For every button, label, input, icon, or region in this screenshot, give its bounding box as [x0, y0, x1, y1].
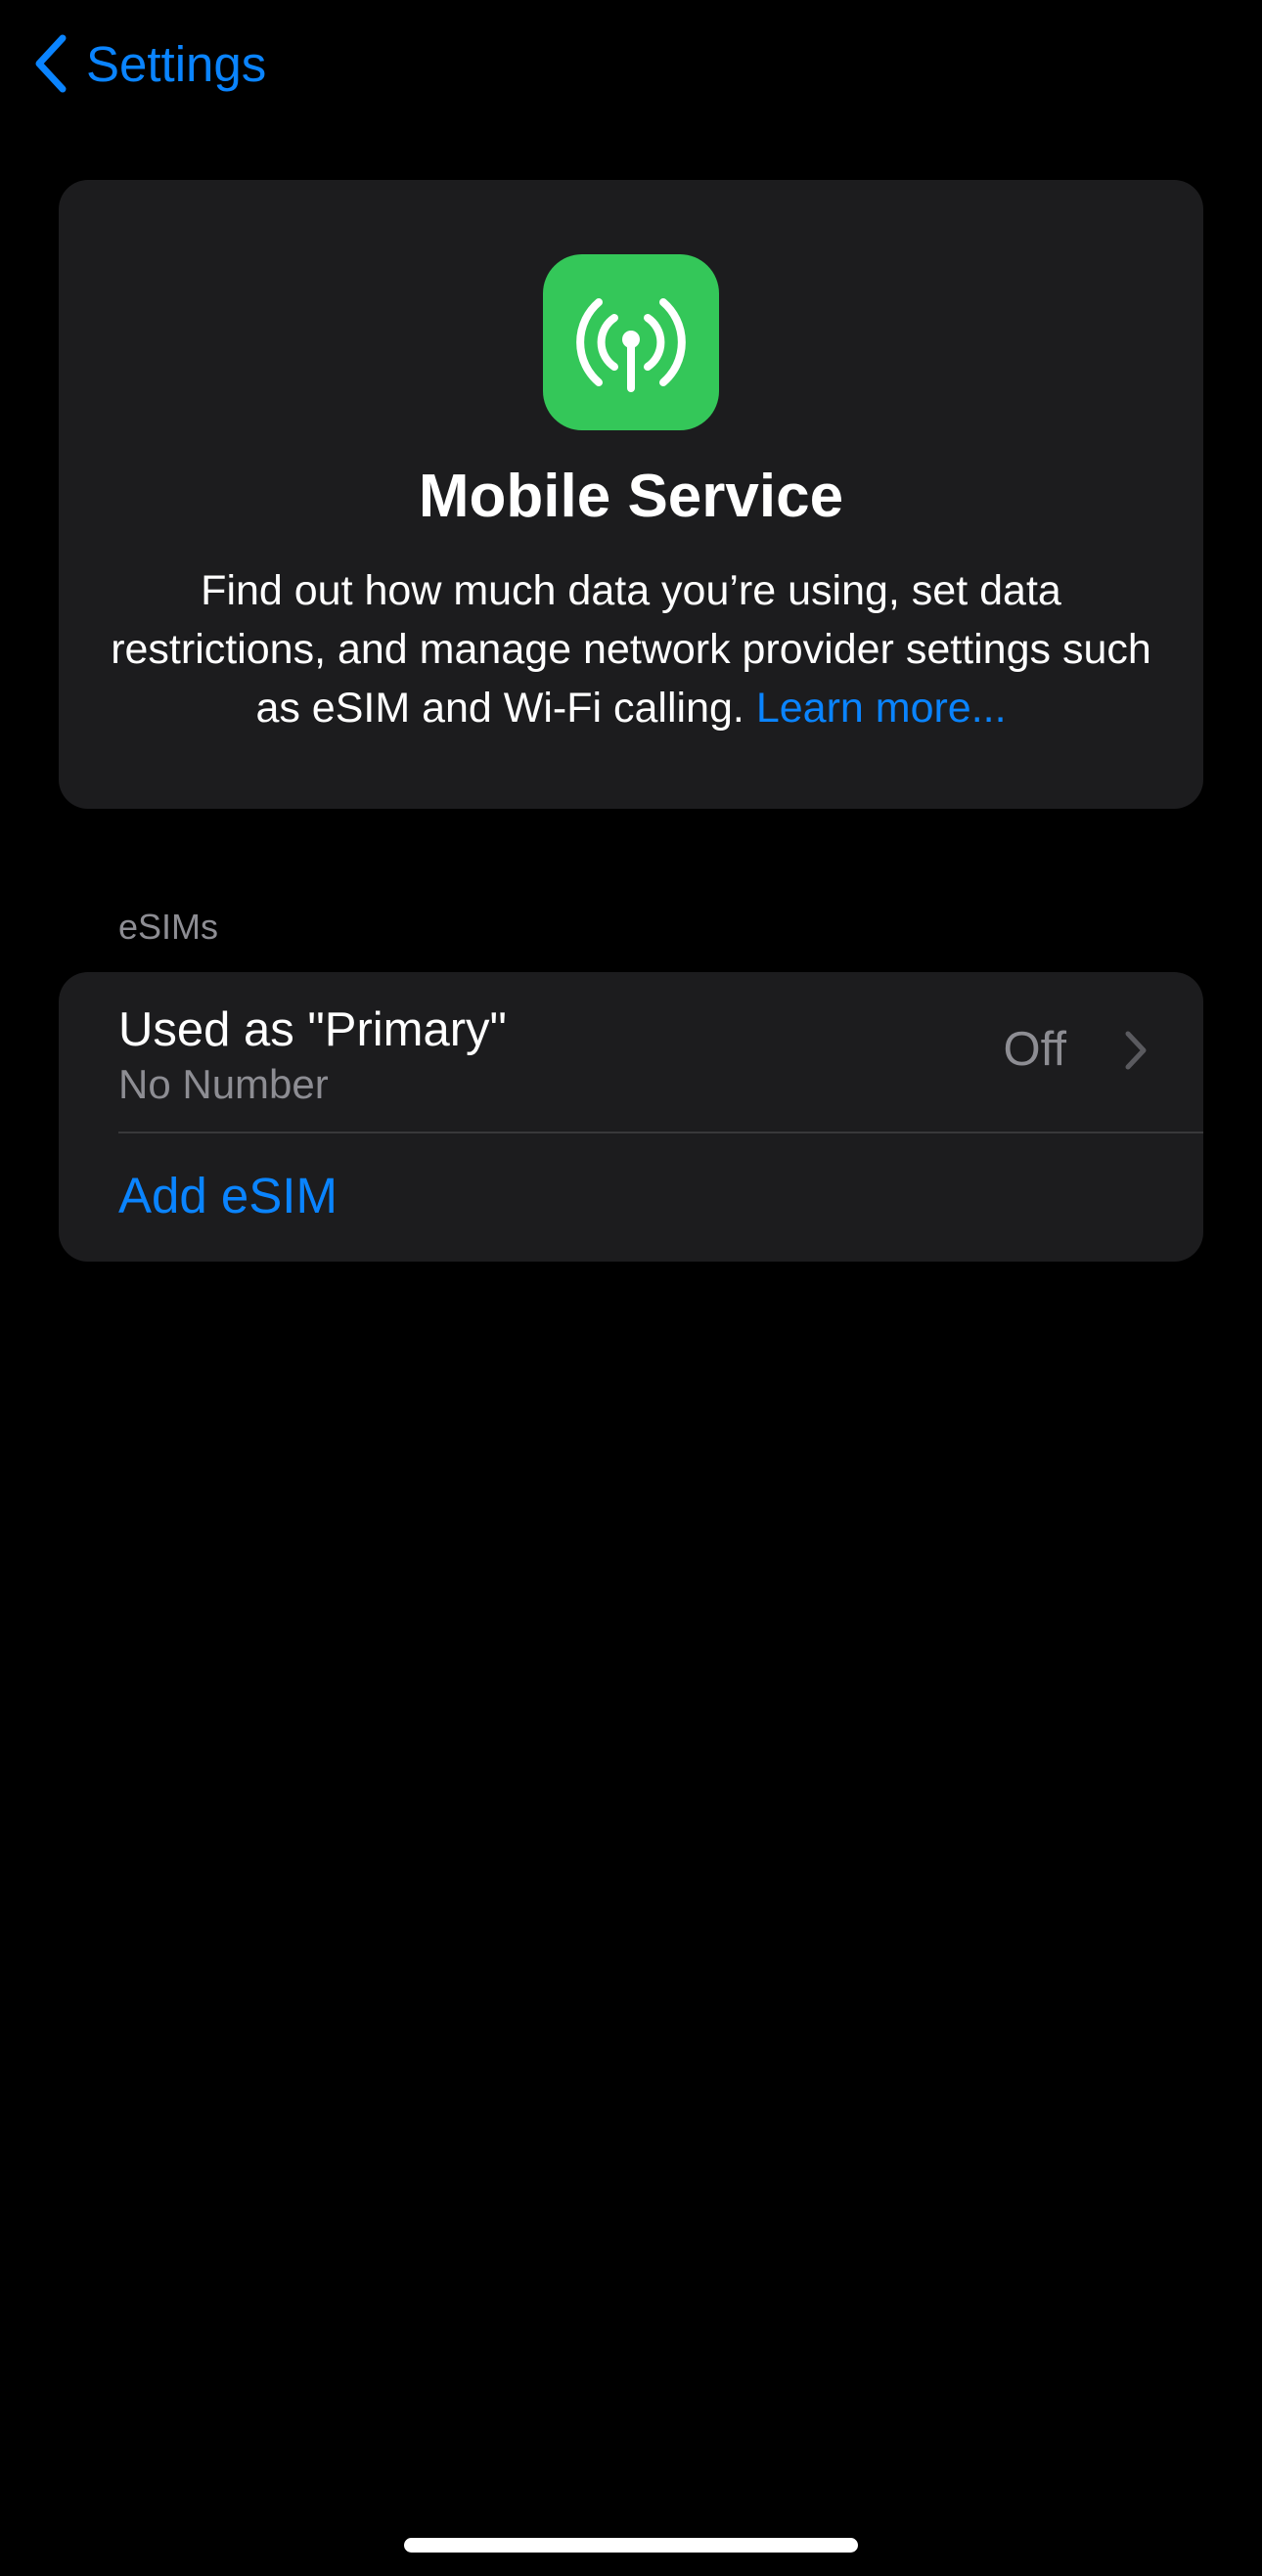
page-title: Mobile Service	[418, 463, 844, 530]
esim-row-status: Off	[1003, 1023, 1066, 1076]
home-indicator[interactable]	[404, 2538, 858, 2553]
learn-more-link[interactable]: Learn more...	[756, 685, 1007, 732]
mobile-service-info-card: Mobile Service Find out how much data yo…	[59, 180, 1203, 809]
esim-row-subtitle: No Number	[118, 1061, 329, 1107]
esims-section-header: eSIMs	[118, 907, 219, 947]
chevron-left-icon	[29, 32, 74, 95]
back-label: Settings	[86, 35, 267, 92]
chevron-right-icon	[1123, 1029, 1149, 1072]
esim-row-primary[interactable]: Used as "Primary" No Number Off	[59, 972, 1203, 1133]
esims-list: Used as "Primary" No Number Off Add eSIM	[59, 972, 1203, 1262]
hero-description: Find out how much data you’re using, set…	[108, 561, 1154, 737]
add-esim-button[interactable]: Add eSIM	[59, 1133, 1203, 1262]
mobile-service-screen: Settings Mobile Service Find out how muc…	[0, 0, 1262, 2576]
back-button[interactable]: Settings	[29, 29, 266, 98]
esim-row-title: Used as "Primary"	[118, 1003, 507, 1056]
add-esim-label: Add eSIM	[118, 1168, 338, 1223]
antenna-radiowaves-icon	[543, 254, 719, 430]
